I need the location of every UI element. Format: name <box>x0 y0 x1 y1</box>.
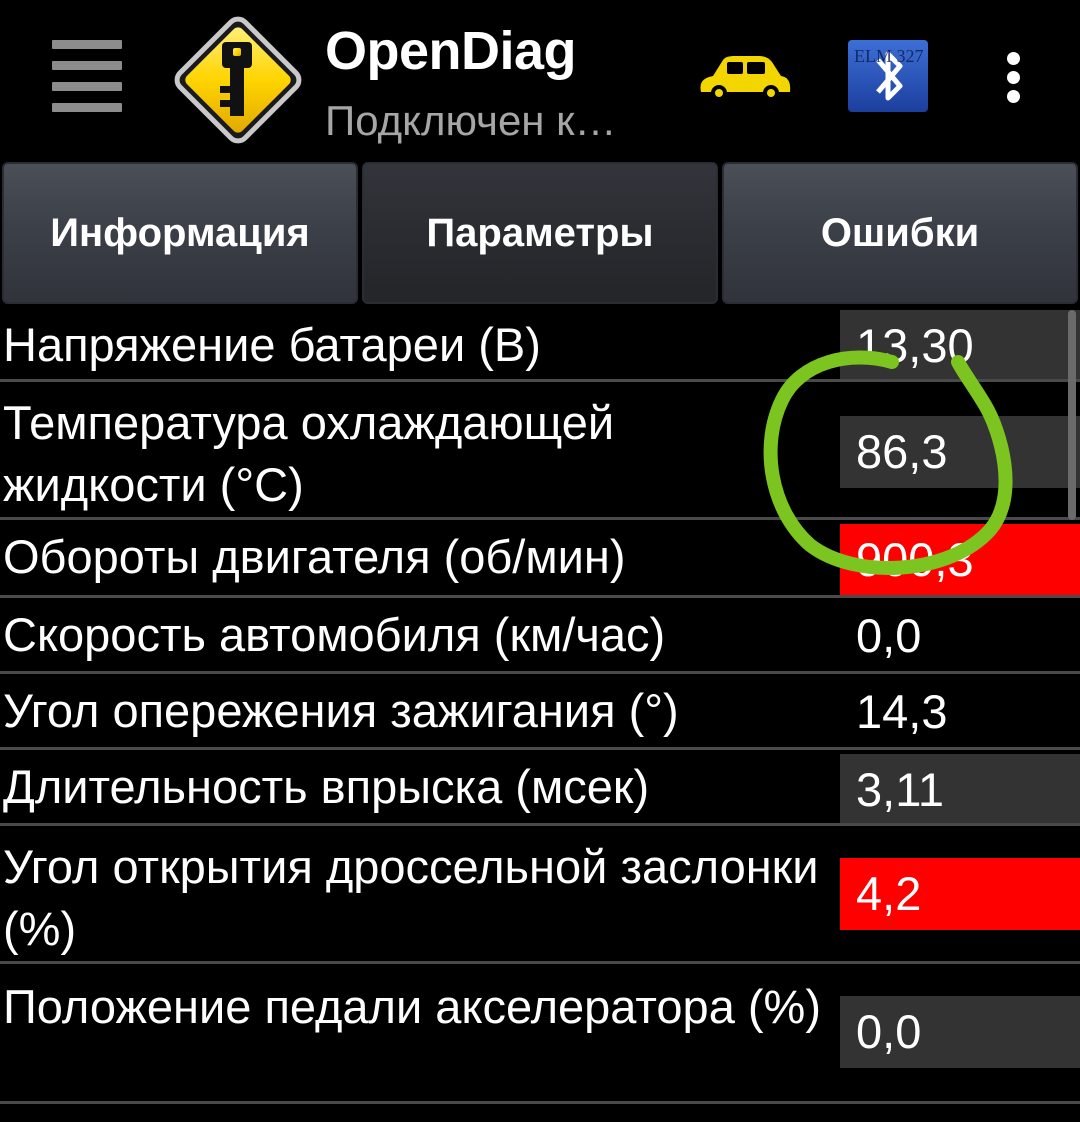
list-item[interactable]: Положение педали акселератора (%) 0,0 <box>0 964 1080 1098</box>
more-vert-icon[interactable] <box>996 50 1032 106</box>
parameter-value: 3,11 <box>840 754 1080 826</box>
hamburger-menu-icon[interactable] <box>52 40 122 112</box>
bt-badge-text: ELM 327 <box>854 46 924 66</box>
tab-errors[interactable]: Ошибки <box>722 162 1078 304</box>
tab-label: Ошибки <box>820 210 980 255</box>
tab-information[interactable]: Информация <box>2 162 358 304</box>
parameter-value: 4,2 <box>840 858 1080 930</box>
parameter-value: 13,30 <box>840 310 1080 382</box>
bluetooth-elm327-icon[interactable]: ELM 327 <box>848 40 928 112</box>
list-item[interactable]: Обороты двигателя (об/мин) 900,3 <box>0 520 1080 596</box>
parameter-label: Температура охлаждающей жидкости (°C) <box>3 396 615 511</box>
parameter-label: Скорость автомобиля (км/час) <box>3 608 666 661</box>
list-item[interactable]: Угол открытия дроссельной заслонки (%) 4… <box>0 826 1080 960</box>
list-item[interactable]: Угол опережения зажигания (°) 14,3 <box>0 674 1080 746</box>
tab-label: Параметры <box>426 210 654 255</box>
list-item[interactable]: Скорость автомобиля (км/час) 0,0 <box>0 598 1080 670</box>
list-item[interactable]: Напряжение батареи (В) 13,30 <box>0 306 1080 382</box>
parameter-value: 0,0 <box>840 996 1080 1068</box>
list-item[interactable]: Длительность впрыска (мсек) 3,11 <box>0 750 1080 826</box>
connection-status: Подключен к… <box>325 97 617 144</box>
parameter-label: Угол открытия дроссельной заслонки (%) <box>3 840 819 955</box>
parameter-label: Обороты двигателя (об/мин) <box>3 530 626 583</box>
warning-key-icon <box>174 16 302 144</box>
car-icon[interactable] <box>695 52 793 102</box>
parameter-value: 900,3 <box>840 524 1080 596</box>
divider <box>0 1101 1080 1104</box>
app-title: OpenDiag <box>325 21 577 81</box>
parameter-label: Длительность впрыска (мсек) <box>3 760 650 813</box>
parameter-label: Напряжение батареи (В) <box>3 318 541 371</box>
tab-parameters[interactable]: Параметры <box>362 162 718 304</box>
action-bar: OpenDiag Подключен к… ELM 327 <box>0 0 1080 160</box>
tab-label: Информация <box>50 210 310 255</box>
parameter-value: 0,0 <box>856 609 922 662</box>
parameter-value: 14,3 <box>856 685 948 738</box>
parameter-label: Угол опережения зажигания (°) <box>3 684 679 737</box>
parameter-value: 86,3 <box>840 416 1080 488</box>
scrollbar[interactable] <box>1068 310 1076 520</box>
list-item[interactable]: Температура охлаждающей жидкости (°C) 86… <box>0 382 1080 516</box>
tab-bar: Информация Параметры Ошибки <box>0 162 1080 304</box>
parameter-label: Положение педали акселератора (%) <box>3 980 821 1033</box>
